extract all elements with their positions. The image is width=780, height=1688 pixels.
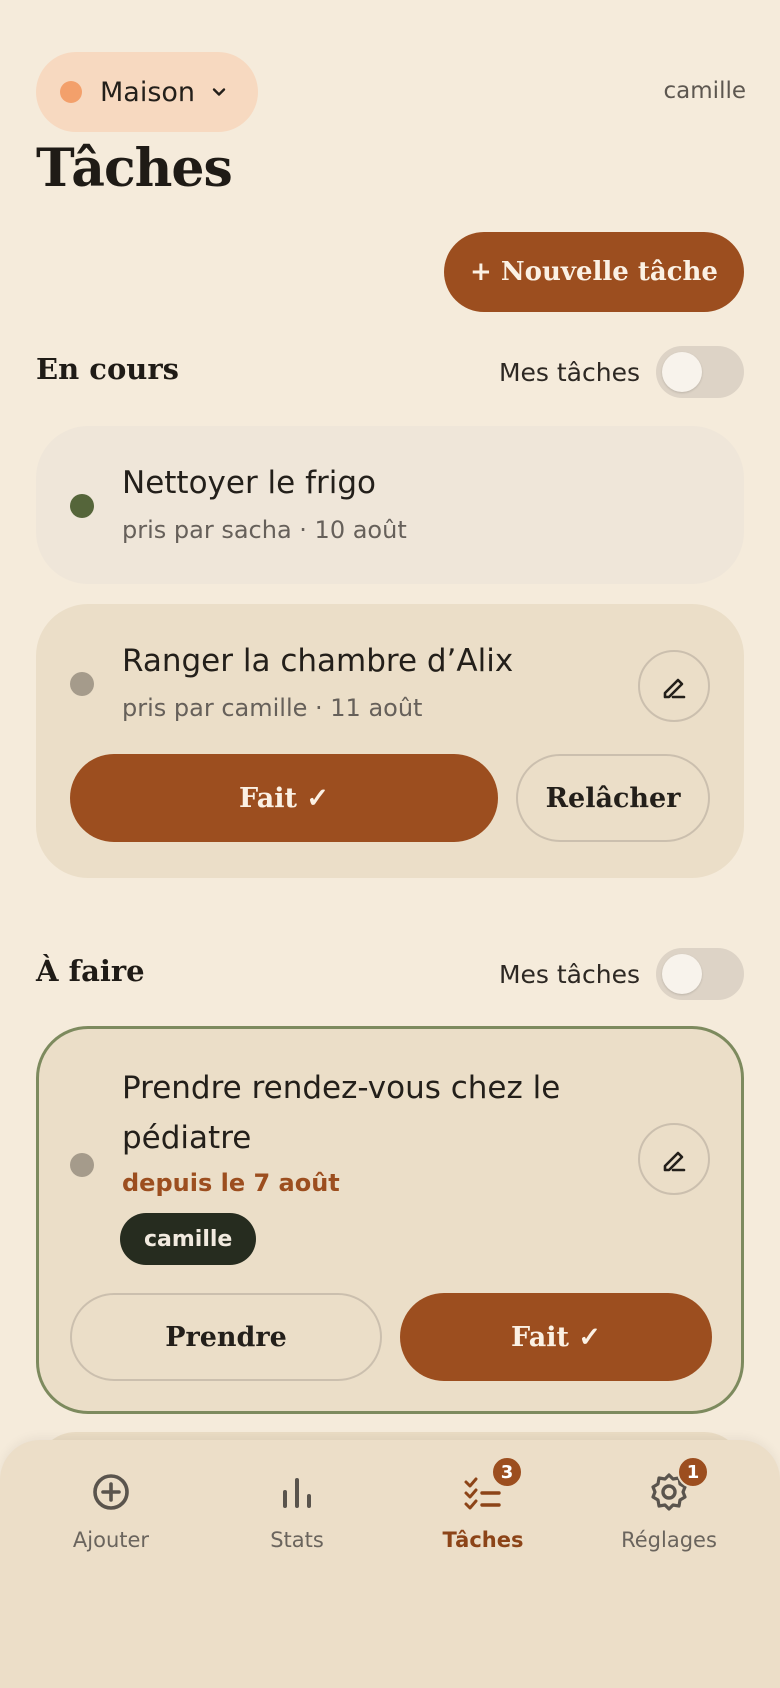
nav-label: Ajouter (72, 1528, 150, 1552)
section-title-in-progress: En cours (36, 352, 179, 386)
task-card[interactable]: Ranger la chambre d’Alix pris par camill… (36, 604, 744, 878)
house-selector[interactable]: Maison (36, 52, 258, 132)
nav-add[interactable]: Ajouter (18, 1440, 204, 1580)
settings-badge: 1 (677, 1456, 709, 1488)
status-dot (70, 494, 94, 518)
my-tasks-filter-in-progress: Mes tâches (499, 346, 744, 398)
checklist-icon: 3 (461, 1456, 523, 1514)
nav-tasks[interactable]: 3 Tâches (390, 1440, 576, 1580)
bottom-navigation: Ajouter Stats 3 Tâches 1 Réglages (0, 1440, 780, 1688)
house-color-dot (60, 81, 82, 103)
current-user[interactable]: camille (664, 78, 746, 104)
new-task-button[interactable]: + Nouvelle tâche (444, 232, 744, 312)
bar-chart-icon (275, 1470, 319, 1514)
my-tasks-toggle[interactable] (656, 948, 744, 1000)
task-card[interactable]: Prendre rendez-vous chez le pédiatre dep… (36, 1026, 744, 1414)
toggle-knob (662, 954, 702, 994)
task-title-line-2: pédiatre (122, 1120, 252, 1156)
add-circle-icon (89, 1470, 133, 1514)
task-overdue-since: depuis le 7 août (122, 1169, 340, 1197)
task-title: Ranger la chambre d’Alix (122, 643, 514, 679)
filter-label: Mes tâches (498, 357, 640, 387)
edit-button[interactable] (638, 650, 710, 722)
edit-button[interactable] (638, 1123, 710, 1195)
task-title: Nettoyer le frigo (122, 465, 377, 501)
my-tasks-filter-todo: Mes tâches (499, 948, 744, 1000)
task-meta: pris par camille · 11 août (122, 694, 423, 722)
toggle-knob (662, 352, 702, 392)
task-card[interactable]: Nettoyer le frigo pris par sacha · 10 ao… (36, 426, 744, 584)
nav-settings[interactable]: 1 Réglages (576, 1440, 762, 1580)
section-title-todo: À faire (36, 954, 145, 988)
chevron-down-icon (212, 88, 226, 96)
done-button[interactable]: Fait ✓ (400, 1293, 712, 1381)
task-meta: pris par sacha · 10 août (122, 516, 407, 544)
tasks-badge: 3 (491, 1456, 523, 1488)
nav-label: Réglages (621, 1528, 717, 1552)
status-dot (70, 1153, 94, 1177)
house-name: Maison (100, 76, 196, 108)
page-title: Tâches (36, 138, 233, 199)
filter-label: Mes tâches (498, 959, 640, 989)
nav-label: Stats (270, 1528, 324, 1552)
done-button[interactable]: Fait ✓ (70, 754, 498, 842)
pencil-icon (663, 1151, 686, 1172)
take-button[interactable]: Prendre (70, 1293, 382, 1381)
assignee-chip: camille (120, 1213, 257, 1265)
gear-icon: 1 (647, 1456, 709, 1514)
my-tasks-toggle[interactable] (656, 346, 744, 398)
status-dot (70, 672, 94, 696)
nav-stats[interactable]: Stats (204, 1440, 390, 1580)
pencil-icon (663, 678, 686, 699)
nav-label: Tâches (442, 1528, 524, 1552)
release-button[interactable]: Relâcher (516, 754, 710, 842)
task-title-line-1: Prendre rendez-vous chez le (122, 1070, 561, 1106)
